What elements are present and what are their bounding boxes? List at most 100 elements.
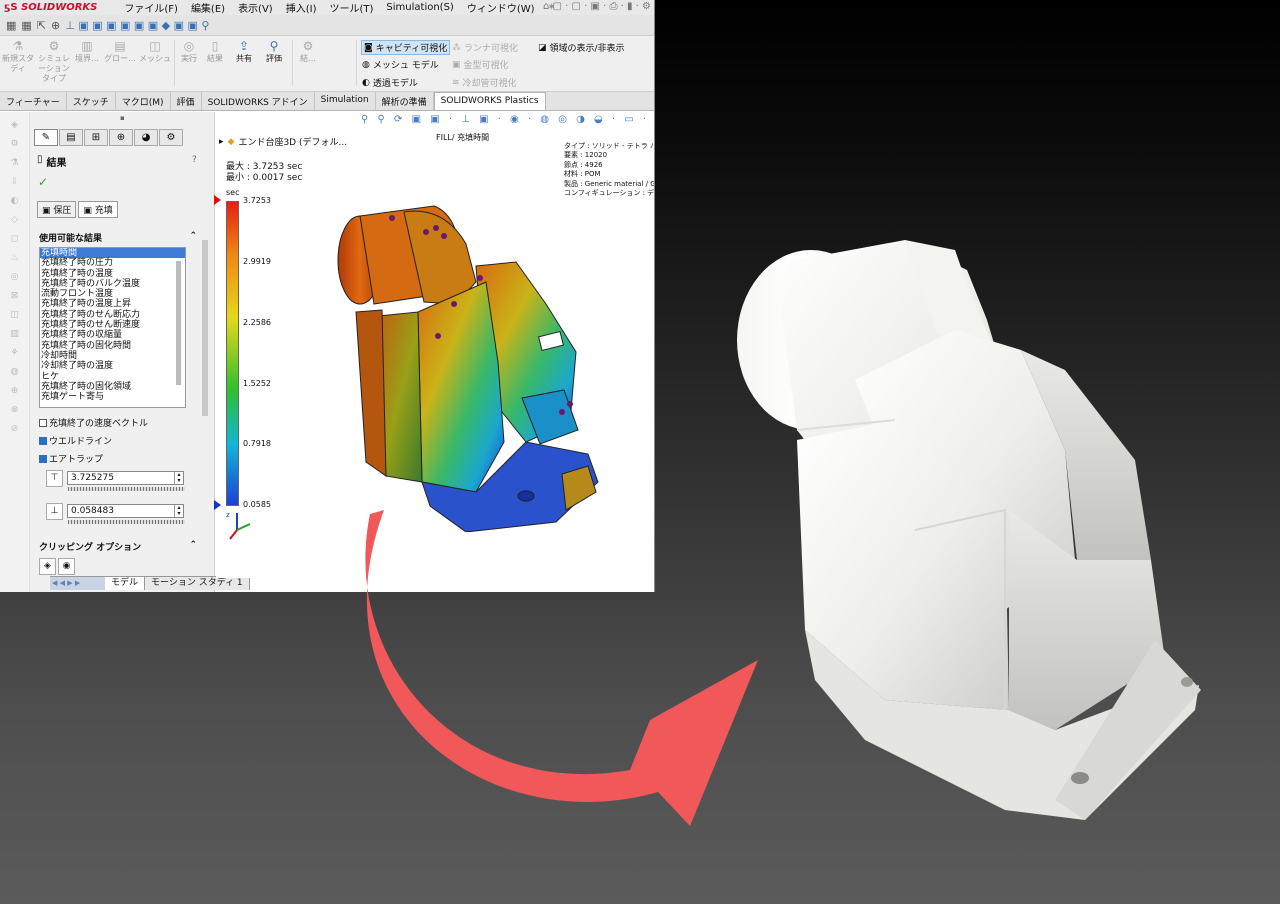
tab-simulation[interactable]: Simulation xyxy=(315,92,376,110)
task-icon[interactable]: ◎ xyxy=(0,268,29,287)
mesh-button[interactable]: ◫ メッシュ xyxy=(138,39,172,64)
toolbar-icon[interactable]: ⊕ xyxy=(51,19,60,32)
display-manager-icon[interactable]: ◕ xyxy=(134,129,158,146)
results-list[interactable]: 充填時間 充填終了時の圧力 充填終了時の温度 充填終了時のバルク温度 流動フロン… xyxy=(39,247,186,408)
ok-check-icon[interactable]: ✓ xyxy=(38,175,48,189)
menu-view[interactable]: 表示(V) xyxy=(238,0,273,15)
task-icon[interactable]: ⚗ xyxy=(0,154,29,173)
airtrap-checkbox[interactable]: エアトラップ xyxy=(39,452,103,465)
tab-features[interactable]: フィーチャー xyxy=(0,92,67,110)
tab-navigation-icons[interactable]: ◀ ◀ ▶ ▶ xyxy=(50,577,105,590)
tab-filling[interactable]: ▣ 充填 xyxy=(78,201,118,218)
list-item[interactable]: 充填終了時のせん断速度 xyxy=(40,320,185,330)
collapse-icon[interactable]: ⌃ xyxy=(189,540,197,553)
task-icon[interactable]: ◐ xyxy=(0,192,29,211)
tab-packing[interactable]: ▣ 保圧 xyxy=(37,201,77,218)
tab-addins[interactable]: SOLIDWORKS アドイン xyxy=(202,92,315,110)
list-item[interactable]: ヒケ xyxy=(40,372,185,382)
toolbar-icon[interactable]: ▦ xyxy=(21,19,31,32)
max-value-slider[interactable] xyxy=(68,487,185,491)
task-icon[interactable]: ⚙ xyxy=(0,135,29,154)
menu-file[interactable]: ファイル(F) xyxy=(124,0,178,15)
tab-evaluate[interactable]: 評価 xyxy=(171,92,202,110)
task-icon[interactable]: ⇩ xyxy=(0,173,29,192)
list-item[interactable]: 充填終了時のバルク温度 xyxy=(40,279,185,289)
menu-simulation[interactable]: Simulation(S) xyxy=(386,2,453,13)
max-value-input[interactable]: 3.725275 ▴ ▾ xyxy=(67,471,184,485)
heads-up-view-toolbar[interactable]: ⚲ ⚲ ⟳ ▣ ▣ · ⊥ ▣ · ◉ · ◍ ◎ ◑ ◒ · ▭ · xyxy=(361,114,649,125)
list-item[interactable]: 充填終了時の固化時間 xyxy=(40,341,185,351)
list-item[interactable]: 充填ゲート寄与 xyxy=(40,392,185,402)
solidworks-logo[interactable]: ƽS SOLIDWORKS xyxy=(4,2,97,13)
clip-section-icon[interactable]: ◉ xyxy=(58,558,75,575)
panel-scrollbar[interactable] xyxy=(202,240,208,416)
conclusion-button[interactable]: ⚙ 結... xyxy=(294,39,322,64)
tab-sketch[interactable]: スケッチ xyxy=(67,92,116,110)
task-icon[interactable]: ⊗ xyxy=(0,401,29,420)
clip-plane-icon[interactable]: ◈ xyxy=(39,558,56,575)
menu-edit[interactable]: 編集(E) xyxy=(191,0,225,15)
list-item[interactable]: 流動フロント温度 xyxy=(40,289,185,299)
task-icon[interactable]: ⊘ xyxy=(0,420,29,439)
global-button[interactable]: ▤ グロー... xyxy=(102,39,138,64)
min-value-input[interactable]: 0.058483 ▴ ▾ xyxy=(67,504,184,518)
boundary-button[interactable]: ▥ 境界... xyxy=(72,39,102,64)
task-icon[interactable]: ◻ xyxy=(0,230,29,249)
task-icon[interactable]: ♨ xyxy=(0,249,29,268)
list-item[interactable]: 充填終了時の温度 xyxy=(40,269,185,279)
spinner-icon[interactable]: ▴ ▾ xyxy=(174,472,183,484)
cursor-icon[interactable]: ⇱ xyxy=(37,19,46,32)
toolbar-icon[interactable]: ▦ xyxy=(6,19,16,32)
available-results-header[interactable]: 使用可能な結果 ⌃ xyxy=(39,231,197,244)
task-icon[interactable]: ⊕ xyxy=(0,382,29,401)
list-scrollbar[interactable] xyxy=(176,261,181,385)
view-cube-icons[interactable]: ⊥ ▣ ▣ ▣ ▣ ▣ ▣ ◆ ▣ ▣ ⚲ xyxy=(65,19,209,32)
mold-visualize-toggle[interactable]: ▣ 金型可視化 xyxy=(452,58,509,72)
clipping-options-header[interactable]: クリッピング オプション ⌃ xyxy=(39,540,197,553)
help-icon[interactable]: ? xyxy=(192,155,197,165)
share-button[interactable]: ⇪ 共有 xyxy=(230,39,258,64)
feature-tree-root[interactable]: ▸ ◆ エンド台座3D (デフォル... xyxy=(219,135,347,149)
tab-model[interactable]: モデル xyxy=(105,577,146,590)
task-icon[interactable]: ⊠ xyxy=(0,287,29,306)
simulation-type-button[interactable]: ⚙ シミュレーションタイプ xyxy=(36,39,72,83)
cavity-visualize-toggle[interactable]: ◙ キャビティ可視化 xyxy=(361,40,451,55)
fill-time-model[interactable] xyxy=(326,192,636,532)
results-button[interactable]: ▯ 結果 xyxy=(202,39,228,64)
expand-arrow-icon[interactable]: ▸ xyxy=(219,137,224,147)
mesh-model-toggle[interactable]: ◍ メッシュ モデル xyxy=(362,58,439,72)
task-icon[interactable]: ◍ xyxy=(0,363,29,382)
list-item[interactable]: 充填終了時の圧力 xyxy=(40,258,185,268)
feature-manager-icon[interactable]: ✎ xyxy=(34,129,58,146)
list-item[interactable]: 冷却時間 xyxy=(40,351,185,361)
list-item[interactable]: 充填終了時のせん断応力 xyxy=(40,310,185,320)
task-icon[interactable]: ⚘ xyxy=(0,344,29,363)
menu-window[interactable]: ウィンドウ(W) xyxy=(467,0,535,15)
list-item[interactable]: 充填終了時の収縮量 xyxy=(40,330,185,340)
runner-visualize-toggle[interactable]: ⁂ ランナ可視化 xyxy=(452,41,518,55)
quick-access-icons[interactable]: ⌂ ▢ · ▢ · ▣ · ⎙ · ▮ · ⚙ xyxy=(543,1,651,12)
weldline-checkbox[interactable]: ウエルドライン xyxy=(39,434,112,447)
menu-insert[interactable]: 挿入(I) xyxy=(286,0,317,15)
tab-motion-study[interactable]: モーション スタディ 1 xyxy=(145,577,250,590)
tab-plastics[interactable]: SOLIDWORKS Plastics xyxy=(433,92,546,110)
plastics-manager-icon[interactable]: ⚙ xyxy=(159,129,183,146)
velocity-vector-checkbox[interactable]: 充填終了の速度ベクトル xyxy=(39,416,148,429)
panel-handle-icon[interactable]: ▪ xyxy=(120,114,125,122)
task-icon[interactable]: ▥ xyxy=(0,325,29,344)
run-button[interactable]: ◎ 実行 xyxy=(176,39,202,64)
dimxpert-icon[interactable]: ⊕ xyxy=(109,129,133,146)
region-show-hide-toggle[interactable]: ◪ 領域の表示/非表示 xyxy=(538,41,625,55)
min-value-slider[interactable] xyxy=(68,520,185,524)
task-icon[interactable]: ◫ xyxy=(0,306,29,325)
list-item[interactable]: 充填終了時の固化領域 xyxy=(40,382,185,392)
collapse-icon[interactable]: ⌃ xyxy=(189,231,197,244)
tab-macro[interactable]: マクロ(M) xyxy=(116,92,171,110)
transparent-model-toggle[interactable]: ◐ 透過モデル xyxy=(362,76,418,90)
list-item[interactable]: 冷却終了時の温度 xyxy=(40,361,185,371)
evaluate-button[interactable]: ⚲ 評価 xyxy=(260,39,288,64)
tab-analysis-prep[interactable]: 解析の準備 xyxy=(376,92,434,110)
configuration-icon[interactable]: ⊞ xyxy=(84,129,108,146)
property-manager-icon[interactable]: ▤ xyxy=(59,129,83,146)
menu-tools[interactable]: ツール(T) xyxy=(329,0,373,15)
